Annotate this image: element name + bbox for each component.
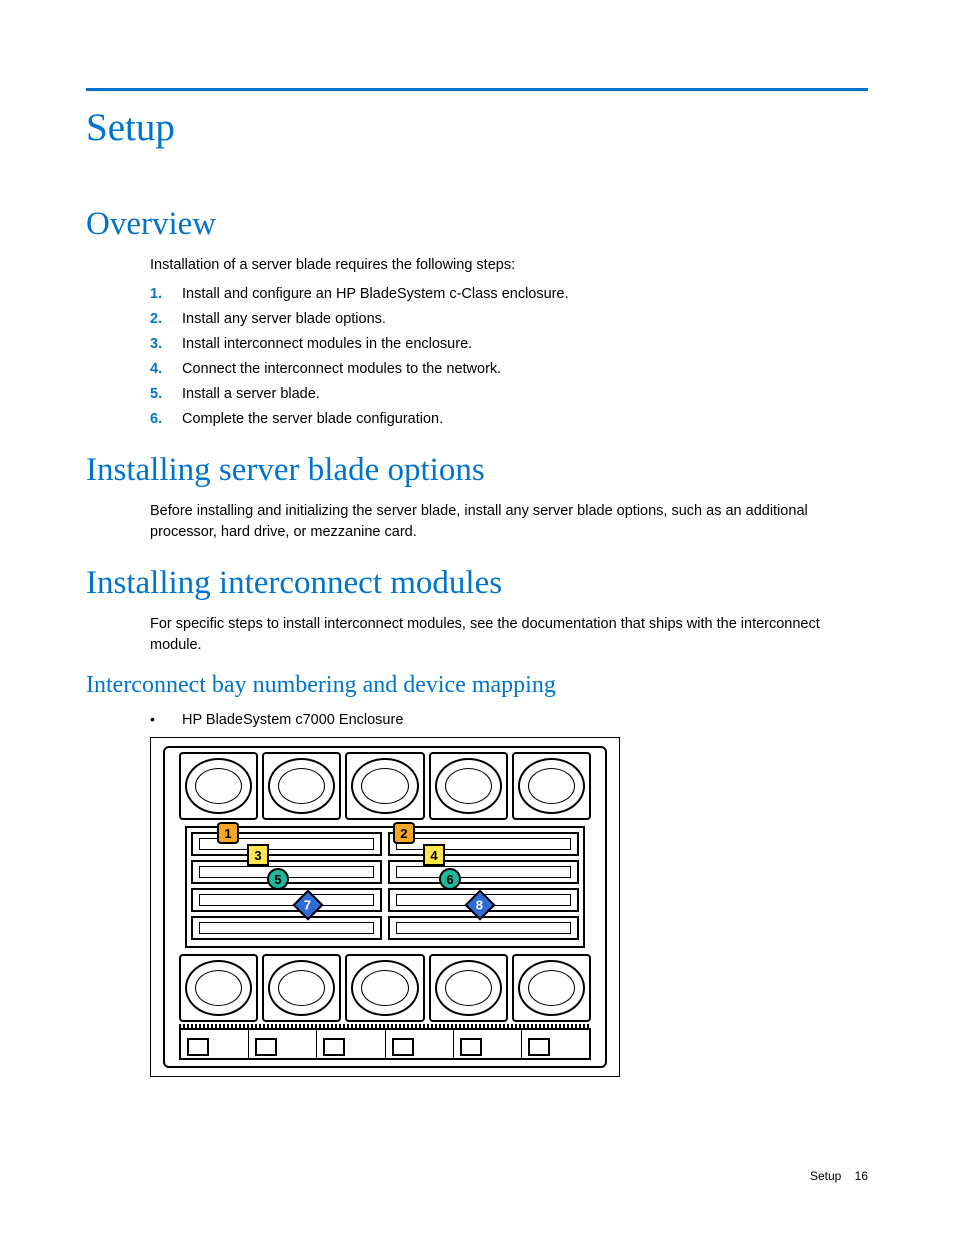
bullet-icon: • [150, 709, 182, 729]
psu-bay [454, 1030, 522, 1058]
heading-overview: Overview [86, 206, 868, 243]
overview-intro: Installation of a server blade requires … [150, 255, 868, 276]
step-item: 5.Install a server blade. [150, 384, 868, 405]
footer-page-number: 16 [855, 1169, 868, 1183]
interconnect-block [185, 826, 585, 948]
step-item: 3.Install interconnect modules in the en… [150, 334, 868, 355]
fan-icon [262, 752, 341, 820]
step-text: Install a server blade. [182, 384, 320, 405]
psu-bay [386, 1030, 454, 1058]
enclosure-diagram: 1 2 3 4 5 6 7 8 [150, 737, 620, 1077]
options-body: Before installing and initializing the s… [150, 501, 868, 543]
step-number: 6. [150, 409, 182, 430]
fan-icon [179, 752, 258, 820]
page-title: Setup [86, 105, 868, 150]
overview-body: Installation of a server blade requires … [150, 255, 868, 430]
step-item: 4.Connect the interconnect modules to th… [150, 359, 868, 380]
step-text: Connect the interconnect modules to the … [182, 359, 501, 380]
step-number: 2. [150, 309, 182, 330]
interconnect-slot [388, 832, 579, 856]
step-text: Install and configure an HP BladeSystem … [182, 284, 569, 305]
heading-options: Installing server blade options [86, 452, 868, 489]
slot-row [191, 916, 579, 940]
top-rule [86, 88, 868, 91]
fan-icon [512, 954, 591, 1022]
bay-label-4: 4 [423, 844, 445, 866]
fan-icon [345, 752, 424, 820]
footer-section: Setup [810, 1169, 841, 1183]
bay-label-1: 1 [217, 822, 239, 844]
overview-steps: 1.Install and configure an HP BladeSyste… [150, 284, 868, 430]
fan-icon [429, 954, 508, 1022]
fan-icon [429, 752, 508, 820]
fan-row-bottom [179, 954, 591, 1022]
fan-icon [179, 954, 258, 1022]
interconnect-body: For specific steps to install interconne… [150, 614, 868, 656]
chassis-outline [163, 746, 607, 1068]
heading-interconnect: Installing interconnect modules [86, 565, 868, 602]
bay-label-3: 3 [247, 844, 269, 866]
bullet-text: HP BladeSystem c7000 Enclosure [182, 710, 403, 731]
interconnect-slot [191, 888, 382, 912]
step-number: 3. [150, 334, 182, 355]
options-body-wrap: Before installing and initializing the s… [150, 501, 868, 543]
bay-body: •HP BladeSystem c7000 Enclosure [150, 709, 868, 731]
step-number: 5. [150, 384, 182, 405]
psu-bay [181, 1030, 249, 1058]
step-item: 2.Install any server blade options. [150, 309, 868, 330]
step-item: 6.Complete the server blade configuratio… [150, 409, 868, 430]
step-item: 1.Install and configure an HP BladeSyste… [150, 284, 868, 305]
fan-row-top [179, 752, 591, 820]
bay-bullet-list: •HP BladeSystem c7000 Enclosure [150, 709, 868, 731]
step-number: 4. [150, 359, 182, 380]
psu-bay [317, 1030, 385, 1058]
heading-bay-mapping: Interconnect bay numbering and device ma… [86, 672, 868, 699]
fan-icon [345, 954, 424, 1022]
interconnect-slot [388, 916, 579, 940]
page-footer: Setup 16 [810, 1169, 868, 1183]
fan-icon [262, 954, 341, 1022]
slot-row [191, 888, 579, 912]
step-text: Install any server blade options. [182, 309, 386, 330]
psu-bay [522, 1030, 589, 1058]
interconnect-body-wrap: For specific steps to install interconne… [150, 614, 868, 656]
step-text: Install interconnect modules in the encl… [182, 334, 472, 355]
interconnect-slot [388, 860, 579, 884]
document-page: Setup Overview Installation of a server … [0, 0, 954, 1235]
psu-bay [249, 1030, 317, 1058]
interconnect-slot [191, 916, 382, 940]
psu-strip [179, 1028, 591, 1060]
list-item: •HP BladeSystem c7000 Enclosure [150, 709, 868, 731]
step-text: Complete the server blade configuration. [182, 409, 443, 430]
step-number: 1. [150, 284, 182, 305]
fan-icon [512, 752, 591, 820]
bay-label-2: 2 [393, 822, 415, 844]
